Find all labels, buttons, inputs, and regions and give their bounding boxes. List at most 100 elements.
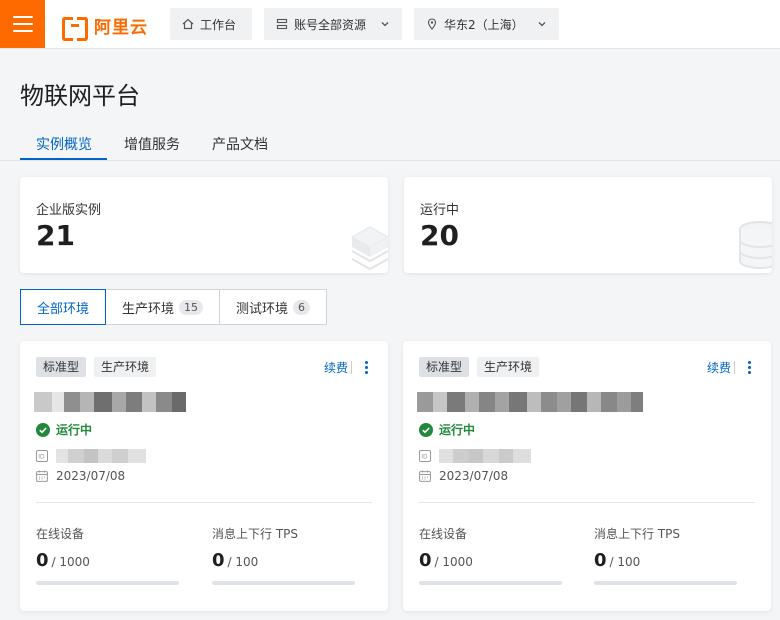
id-icon: ID bbox=[36, 450, 48, 462]
instance-status: 运行中 bbox=[419, 421, 475, 438]
instance-type-tag: 标准型 bbox=[36, 357, 87, 377]
metric-max: / 1000 bbox=[51, 555, 90, 569]
instance-id-row: ID bbox=[419, 449, 531, 463]
stat-label: 运行中 bbox=[420, 203, 460, 218]
chevron-down-icon bbox=[381, 22, 389, 27]
created-date-row: 2023/07/08 bbox=[36, 469, 125, 483]
id-icon: ID bbox=[419, 450, 431, 462]
message-tps-metric: 消息上下行 TPS 0/ 100 bbox=[594, 525, 737, 585]
page-tabs: 实例概览 增值服务 产品文档 bbox=[0, 124, 780, 161]
svg-text:ID: ID bbox=[421, 454, 428, 461]
server-icon bbox=[276, 18, 288, 30]
instance-name-redacted bbox=[34, 392, 186, 412]
environment-tag: 生产环境 bbox=[477, 357, 540, 377]
status-text: 运行中 bbox=[439, 423, 476, 437]
workbench-label: 工作台 bbox=[200, 17, 237, 32]
online-devices-metric: 在线设备 0/ 1000 bbox=[419, 525, 562, 585]
instance-name-redacted bbox=[417, 392, 643, 412]
more-actions-icon[interactable] bbox=[358, 359, 374, 375]
aliyun-logo[interactable]: 阿里云 bbox=[62, 13, 148, 41]
more-actions-icon[interactable] bbox=[741, 359, 757, 375]
stat-value: 21 bbox=[36, 219, 75, 252]
instance-type-tag: 标准型 bbox=[419, 357, 470, 377]
top-navigation-bar: 阿里云 工作台 账号全部资源 华东2（上海） bbox=[0, 0, 780, 49]
tab-instance-overview[interactable]: 实例概览 bbox=[36, 134, 92, 154]
check-circle-icon bbox=[36, 422, 50, 437]
running-instances-card: 运行中 20 bbox=[404, 177, 772, 273]
home-icon bbox=[182, 18, 194, 30]
renew-link[interactable]: 续费 bbox=[324, 359, 348, 376]
calendar-icon bbox=[36, 470, 48, 482]
instance-tags: 标准型 生产环境 bbox=[419, 357, 540, 377]
divider bbox=[36, 502, 372, 503]
created-date: 2023/07/08 bbox=[439, 469, 509, 483]
divider bbox=[351, 361, 352, 374]
filter-testing[interactable]: 测试环境 6 bbox=[219, 289, 328, 325]
instance-status: 运行中 bbox=[36, 421, 92, 438]
resource-scope-dropdown[interactable]: 账号全部资源 bbox=[264, 8, 402, 40]
metric-max: / 100 bbox=[227, 555, 259, 569]
stacked-layers-icon bbox=[350, 226, 388, 271]
check-circle-icon bbox=[419, 422, 433, 437]
divider bbox=[734, 361, 735, 374]
filter-label: 生产环境 bbox=[122, 301, 175, 317]
count-badge: 15 bbox=[179, 299, 204, 315]
instance-id-redacted bbox=[56, 449, 146, 463]
metric-current: 0 bbox=[594, 550, 607, 571]
renew-link[interactable]: 续费 bbox=[707, 359, 731, 376]
tab-product-docs[interactable]: 产品文档 bbox=[212, 134, 268, 154]
instance-card[interactable]: 标准型 生产环境 续费 运行中 ID 2023/07/08 在线设备 0/ 10… bbox=[20, 341, 388, 611]
database-cylinder-icon bbox=[739, 221, 772, 269]
instance-id-row: ID bbox=[36, 449, 146, 463]
metric-value: 0/ 100 bbox=[594, 550, 737, 571]
count-badge: 6 bbox=[293, 299, 311, 315]
metric-label: 在线设备 bbox=[36, 527, 85, 541]
status-text: 运行中 bbox=[56, 423, 93, 437]
metric-current: 0 bbox=[212, 550, 225, 571]
hamburger-menu-button[interactable] bbox=[0, 0, 45, 48]
environment-filter: 全部环境 生产环境 15 测试环境 6 bbox=[20, 289, 328, 325]
filter-all-environments[interactable]: 全部环境 bbox=[20, 289, 107, 325]
page-title: 物联网平台 bbox=[20, 82, 140, 110]
online-devices-metric: 在线设备 0/ 1000 bbox=[36, 525, 179, 585]
tab-value-added-services[interactable]: 增值服务 bbox=[124, 134, 180, 154]
chevron-down-icon bbox=[538, 22, 546, 27]
instance-tags: 标准型 生产环境 bbox=[36, 357, 157, 377]
aliyun-logo-icon bbox=[62, 16, 88, 41]
metric-value: 0/ 100 bbox=[212, 550, 355, 571]
filter-label: 测试环境 bbox=[236, 301, 289, 317]
metric-max: / 100 bbox=[609, 555, 641, 569]
instance-card[interactable]: 标准型 生产环境 续费 运行中 ID 2023/07/08 在线设备 0/ 10… bbox=[403, 341, 771, 611]
menu-line bbox=[12, 23, 33, 25]
message-tps-metric: 消息上下行 TPS 0/ 100 bbox=[212, 525, 355, 585]
progress-bar bbox=[212, 581, 355, 585]
region-label: 华东2（上海） bbox=[444, 17, 524, 32]
created-date: 2023/07/08 bbox=[56, 469, 126, 483]
stat-value: 20 bbox=[420, 219, 459, 252]
calendar-icon bbox=[419, 470, 431, 482]
metric-value: 0/ 1000 bbox=[36, 550, 179, 571]
region-selector-dropdown[interactable]: 华东2（上海） bbox=[414, 8, 559, 40]
metric-current: 0 bbox=[36, 550, 49, 571]
logo-text: 阿里云 bbox=[94, 18, 148, 38]
environment-tag: 生产环境 bbox=[94, 357, 157, 377]
filter-production[interactable]: 生产环境 15 bbox=[105, 289, 221, 325]
progress-bar bbox=[36, 581, 179, 585]
metric-value: 0/ 1000 bbox=[419, 550, 562, 571]
filter-label: 全部环境 bbox=[37, 301, 90, 317]
progress-bar bbox=[594, 581, 737, 585]
menu-line bbox=[12, 30, 33, 32]
progress-bar bbox=[419, 581, 562, 585]
workbench-button[interactable]: 工作台 bbox=[170, 8, 252, 40]
created-date-row: 2023/07/08 bbox=[419, 469, 508, 483]
enterprise-instances-card: 企业版实例 21 bbox=[20, 177, 388, 273]
divider bbox=[419, 502, 755, 503]
metric-label: 消息上下行 TPS bbox=[594, 527, 680, 541]
active-tab-indicator bbox=[20, 158, 107, 160]
metric-label: 在线设备 bbox=[419, 527, 468, 541]
location-pin-icon bbox=[427, 18, 437, 30]
metric-current: 0 bbox=[419, 550, 432, 571]
svg-text:ID: ID bbox=[38, 454, 45, 461]
instance-id-redacted bbox=[439, 449, 531, 463]
resource-scope-label: 账号全部资源 bbox=[294, 17, 367, 32]
